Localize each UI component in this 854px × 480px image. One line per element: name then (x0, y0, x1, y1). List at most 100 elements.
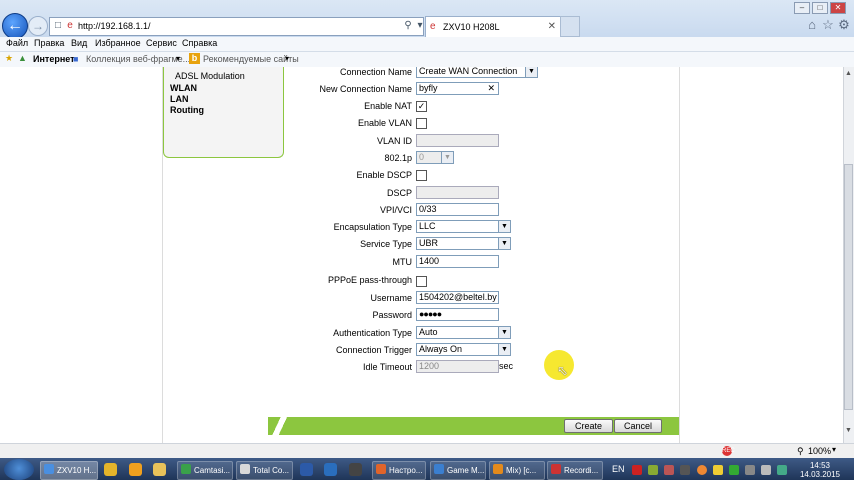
vlan-id-input[interactable] (416, 134, 499, 147)
chevron-down-icon: ▼ (441, 152, 453, 163)
dscp-input[interactable] (416, 186, 499, 199)
menu-adsl-modulation[interactable]: ADSL Modulation (175, 71, 245, 81)
create-button[interactable]: Create (564, 419, 613, 433)
enable-dscp-checkbox[interactable] (416, 170, 427, 181)
dot1p-select[interactable]: 0 ▼ (416, 151, 454, 164)
film-icon[interactable] (349, 463, 362, 476)
auth-type-select[interactable]: Auto ▼ (416, 326, 511, 339)
task-browser[interactable]: ZXV10 H... (40, 461, 98, 480)
address-bar[interactable]: □ e http://192.168.1.1/ ⚲ ▾ (49, 17, 424, 36)
service-type-value: UBR (419, 238, 439, 248)
network-icon[interactable] (745, 465, 755, 475)
idle-timeout-label: Idle Timeout (362, 362, 412, 372)
chevron-down-icon: ▼ (498, 327, 510, 338)
menu-file[interactable]: Файл (6, 38, 28, 48)
new-tab-button[interactable] (560, 16, 580, 37)
keyboard-layout-icon[interactable] (632, 465, 642, 475)
favorites-star-icon[interactable]: ☆ (821, 18, 835, 32)
task-mix[interactable]: Mix) [c... (489, 461, 545, 480)
add-favorites-icon[interactable]: ▲ (18, 53, 27, 63)
cancel-button[interactable]: Cancel (614, 419, 662, 433)
conn-trigger-select[interactable]: Always On ▼ (416, 343, 511, 356)
tray-app-icon[interactable] (729, 465, 739, 475)
start-button[interactable] (4, 459, 34, 480)
tray-app-icon[interactable] (697, 465, 707, 475)
maximize-button[interactable]: □ (812, 2, 828, 14)
task-total-commander[interactable]: Total Co... (236, 461, 293, 480)
task-settings[interactable]: Настро... (372, 461, 426, 480)
tab-close-icon[interactable]: ✕ (548, 17, 556, 37)
checkmark-icon: ✓ (417, 101, 426, 111)
connection-name-select[interactable]: Create WAN Connection ▼ (416, 67, 538, 78)
task-recording[interactable]: Recordi... (547, 461, 603, 480)
tray-app-icon[interactable] (713, 465, 723, 475)
volume-icon[interactable] (761, 465, 771, 475)
scroll-up-icon[interactable]: ▲ (844, 70, 853, 80)
clear-icon[interactable]: ✕ (487, 83, 495, 94)
service-type-select[interactable]: UBR ▼ (416, 237, 511, 250)
chevron-down-icon[interactable]: ▾ (832, 445, 836, 454)
home-icon[interactable]: ⌂ (805, 18, 819, 32)
enable-vlan-checkbox[interactable] (416, 118, 427, 129)
vlan-id-label: VLAN ID (376, 136, 412, 146)
new-connection-name-value: byfly (419, 83, 438, 93)
tray-app-icon[interactable] (664, 465, 674, 475)
task-camtasia[interactable]: Camtasi... (177, 461, 233, 480)
word-icon[interactable] (300, 463, 313, 476)
enable-nat-checkbox[interactable]: ✓ (416, 101, 427, 112)
media-icon[interactable] (129, 463, 142, 476)
chrome-icon[interactable] (104, 463, 117, 476)
menu-edit[interactable]: Правка (34, 38, 64, 48)
mtu-input[interactable]: 1400 (416, 255, 499, 268)
folder-icon[interactable] (153, 463, 166, 476)
chevron-down-icon: ▼ (498, 238, 510, 249)
gear-icon[interactable]: ⚙ (837, 18, 851, 32)
menu-help[interactable]: Справка (182, 38, 217, 48)
favorites-star-icon[interactable]: ★ (5, 53, 13, 64)
favbar-internet[interactable]: Интернет (33, 54, 75, 64)
scrollbar-thumb[interactable] (844, 164, 853, 410)
task-settings-label: Настро... (389, 466, 423, 475)
minimize-button[interactable]: – (794, 2, 810, 14)
winamp-icon (493, 464, 503, 474)
task-camtasia-label: Camtasi... (194, 466, 231, 475)
username-input[interactable]: 1504202@beltel.by (416, 291, 499, 304)
photo-icon[interactable] (324, 463, 337, 476)
chevron-down-icon[interactable]: ▾ (285, 54, 289, 63)
back-button[interactable]: ← (2, 13, 28, 39)
enable-dscp-label: Enable DSCP (356, 170, 412, 180)
task-browser-label: ZXV10 H... (57, 466, 97, 475)
menu-view[interactable]: Вид (71, 38, 87, 48)
tray-app-icon[interactable] (777, 465, 787, 475)
menu-lan[interactable]: LAN (170, 94, 189, 104)
language-indicator[interactable]: EN (612, 464, 625, 474)
favbar-collection[interactable]: Коллекция веб-фрагме... (86, 54, 190, 64)
clock-date: 14.03.2015 (799, 470, 841, 479)
zoom-level[interactable]: 100% (808, 446, 831, 456)
menu-favorites[interactable]: Избранное (95, 38, 141, 48)
idle-timeout-input[interactable]: 1200 (416, 360, 499, 373)
tray-app-icon[interactable] (680, 465, 690, 475)
new-connection-name-input[interactable]: byfly ✕ (416, 82, 499, 95)
close-button[interactable]: ✕ (830, 2, 846, 14)
encapsulation-select[interactable]: LLC ▼ (416, 220, 511, 233)
frame-divider-right (679, 67, 680, 443)
menu-tools[interactable]: Сервис (146, 38, 177, 48)
total-commander-icon (240, 464, 250, 474)
search-icon[interactable]: ⚲ (402, 20, 414, 32)
chevron-down-icon[interactable]: ▾ (176, 54, 180, 63)
tab-title: ZXV10 H208L (443, 22, 500, 32)
chevron-down-icon: ▼ (498, 344, 510, 355)
browser-tab[interactable]: e ZXV10 H208L ✕ (425, 16, 561, 37)
menu-routing[interactable]: Routing (170, 105, 204, 115)
vpi-vci-input[interactable]: 0/33 (416, 203, 499, 216)
scroll-down-icon[interactable]: ▼ (844, 427, 853, 437)
tray-app-icon[interactable] (648, 465, 658, 475)
password-input[interactable]: ●●●●● (416, 308, 499, 321)
password-label: Password (372, 310, 412, 320)
forward-button[interactable]: → (28, 16, 48, 36)
clock[interactable]: 14:53 14.03.2015 (798, 461, 842, 479)
menu-wlan[interactable]: WLAN (170, 83, 197, 93)
pppoe-checkbox[interactable] (416, 276, 427, 287)
task-game[interactable]: Game M... (430, 461, 486, 480)
